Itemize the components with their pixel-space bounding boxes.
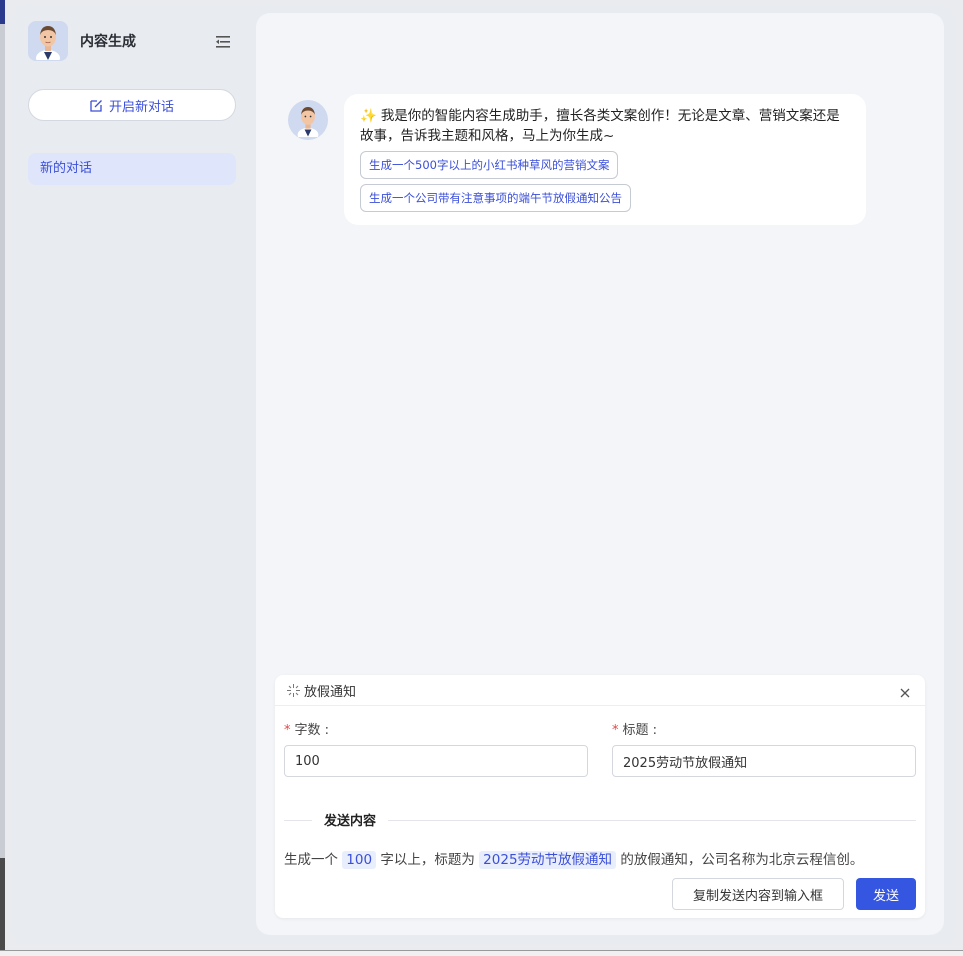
chat-area: ✨ 我是你的智能内容生成助手，擅长各类文案创作！无论是文章、营销文案还是故事，告诉… [256,13,944,935]
suggestion-list: 生成一个500字以上的小红书种草风的营销文案 生成一个公司带有注意事项的端午节放… [360,146,850,212]
assistant-message: ✨ 我是你的智能内容生成助手，擅长各类文案创作！无论是文章、营销文案还是故事，告诉… [344,94,866,225]
assistant-message-avatar [288,100,328,140]
preview-count-token: 100 [342,851,377,869]
word-count-label: * 字数 : [284,723,330,738]
send-button[interactable]: 发送 [856,878,916,910]
sidebar: 内容生成 开启新对话 新的对话 [12,6,250,944]
sparkle-icon: ✨ [360,108,377,124]
title-input[interactable] [612,745,916,777]
close-icon[interactable] [899,684,911,698]
conversation-item[interactable]: 新的对话 [28,153,236,185]
title-label: * 标题 : [612,723,658,738]
greeting-text: ✨ 我是你的智能内容生成助手，擅长各类文案创作！无论是文章、营销文案还是故事，告诉… [360,108,840,144]
suggestion-chip[interactable]: 生成一个500字以上的小红书种草风的营销文案 [360,151,619,179]
preview-title-token: 2025劳动节放假通知 [479,851,617,869]
sparkle-icon [287,683,300,697]
new-chat-button[interactable]: 开启新对话 [28,89,236,121]
section-label: 发送内容 [312,810,389,829]
new-chat-label: 开启新对话 [108,99,174,115]
app-window: 内容生成 开启新对话 新的对话 ✨ 我是你的智能内容生成助手，擅长各类文案创作！… [12,6,956,944]
panel-header: 放假通知 [275,675,925,706]
edit-icon [90,99,102,112]
copy-to-input-button[interactable]: 复制发送内容到输入框 [672,878,844,910]
panel-title: 放假通知 [304,684,357,700]
app-title: 内容生成 [80,34,136,50]
brand: 内容生成 [28,21,136,61]
word-count-input[interactable] [284,745,588,777]
window-edge [0,0,5,956]
collapse-sidebar-icon[interactable] [216,34,232,48]
assistant-avatar [28,21,68,61]
send-content-preview: 生成一个 100 字以上，标题为 2025劳动节放假通知 的放假通知，公司名称为… [284,851,864,869]
window-bottom-edge [0,950,963,956]
template-form-panel: 放假通知 *字数 : *标题 : 发送内容 生成一个 100 字以上，标题为 2… [275,675,925,918]
suggestion-chip[interactable]: 生成一个公司带有注意事项的端午节放假通知公告 [360,184,631,212]
